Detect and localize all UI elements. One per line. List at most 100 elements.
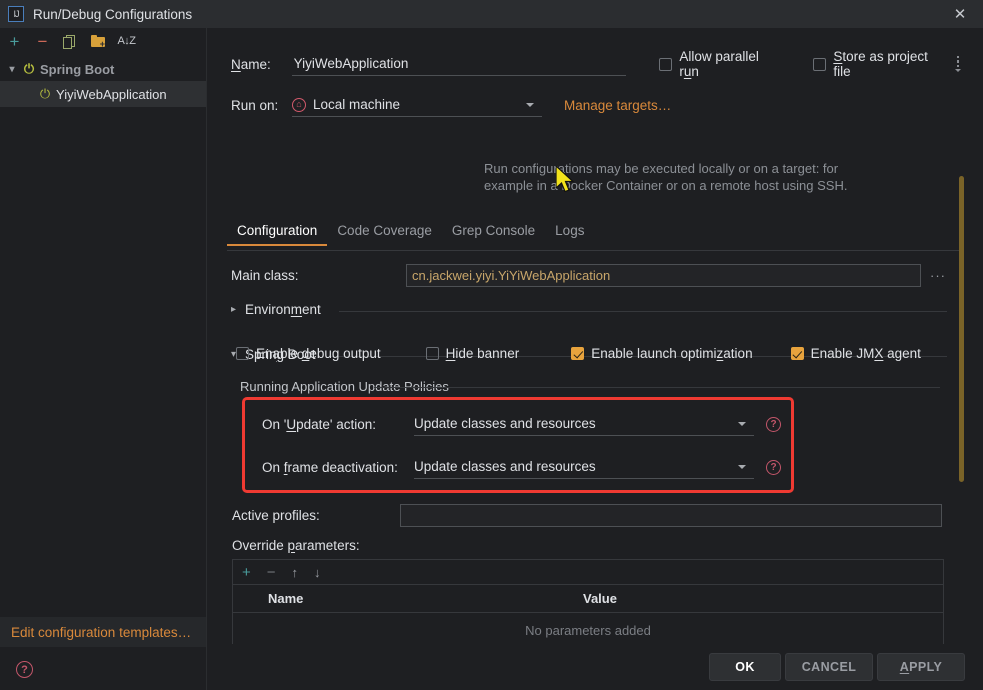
column-header-value: Value [583, 591, 617, 606]
on-frame-deactivation-row: On frame deactivation: Update classes an… [262, 455, 781, 479]
chevron-down-icon [738, 465, 746, 469]
on-update-action-value: Update classes and resources [414, 416, 596, 431]
close-icon[interactable]: ✕ [937, 0, 983, 28]
intellij-logo-icon: IJ [8, 6, 24, 22]
on-update-action-row: On 'Update' action: Update classes and r… [262, 412, 781, 436]
tab-configuration[interactable]: Configuration [227, 220, 328, 246]
chevron-down-icon: ▾ [9, 63, 15, 75]
main-class-label: Main class: [231, 268, 299, 283]
add-parameter-icon[interactable]: + [242, 565, 251, 580]
run-config-icon: ⏻ [39, 86, 51, 101]
sort-alphabetically-icon[interactable]: A↓Z [117, 33, 136, 50]
store-options-kebab-icon[interactable] [955, 55, 961, 73]
allow-parallel-run-label: Allow parallel run [679, 49, 759, 79]
name-input[interactable] [291, 52, 627, 76]
tab-code-coverage[interactable]: Code Coverage [327, 220, 442, 246]
chevron-down-icon [738, 422, 746, 426]
help-icon[interactable]: ? [16, 661, 33, 678]
remove-parameter-icon[interactable]: − [267, 565, 276, 580]
store-as-project-file-label: Store as project file [833, 49, 928, 79]
enable-jmx-agent-checkbox[interactable]: Enable JMX agent [790, 346, 921, 361]
cancel-button[interactable]: CANCEL [785, 653, 873, 681]
tree-item-label: YiyiWebApplication [56, 86, 167, 102]
tree-group-label: Spring Boot [40, 61, 115, 77]
new-folder-icon[interactable]: + [90, 34, 107, 49]
spring-boot-options: Enable debug output Hide banner Enable l… [236, 346, 921, 361]
column-header-name: Name [268, 591, 304, 606]
sidebar-toolbar: + − + A↓Z [0, 28, 206, 55]
on-frame-deactivation-dropdown[interactable]: Update classes and resources [414, 455, 754, 479]
run-on-hint: Run configurations may be executed local… [484, 160, 944, 194]
tree-group-spring-boot[interactable]: ▾ ⏻ Spring Boot [0, 57, 206, 81]
tabs-divider [227, 250, 963, 251]
chevron-down-icon [526, 103, 534, 107]
edit-configuration-templates-link[interactable]: Edit configuration templates… [0, 617, 206, 647]
on-update-action-label: On 'Update' action: [262, 416, 376, 432]
checkbox-box [813, 57, 827, 71]
on-frame-deactivation-help-icon[interactable]: ? [766, 459, 781, 475]
enable-debug-output-checkbox[interactable]: Enable debug output [236, 346, 381, 361]
hide-banner-label: Hide banner [445, 346, 520, 361]
chevron-right-icon: ▸ [231, 304, 237, 315]
parameters-empty-message: No parameters added [525, 623, 651, 638]
active-profiles-row: Active profiles: [232, 504, 952, 527]
tab-grep-console[interactable]: Grep Console [442, 220, 545, 246]
enable-launch-optimization-checkbox[interactable]: Enable launch optimization [571, 346, 753, 361]
override-parameters-label: Override parameters: [232, 538, 360, 553]
enable-jmx-agent-label: Enable JMX agent [810, 346, 921, 361]
ok-button[interactable]: OK [709, 653, 781, 681]
configurations-tree: ▾ ⏻ Spring Boot ⏻ YiyiWebApplication [0, 55, 206, 107]
run-debug-configurations-dialog: IJ Run/Debug Configurations ✕ + − + A↓Z … [0, 0, 983, 690]
run-on-hint-line1: Run configurations may be executed local… [484, 161, 839, 176]
checkbox-box [425, 347, 439, 360]
environment-section-divider [339, 311, 947, 312]
checkbox-box [236, 347, 249, 360]
main-class-browse-button[interactable]: ··· [930, 269, 946, 282]
configuration-tabs: Configuration Code Coverage Grep Console… [227, 220, 967, 251]
name-label: Name: [231, 56, 271, 72]
checkbox-box [571, 347, 585, 360]
run-on-row: Run on: ⌂ Local machine Manage targets… [231, 93, 961, 117]
environment-section-label: Environment [245, 302, 321, 317]
configurations-sidebar: + − + A↓Z ▾ ⏻ Spring Boot ⏻ YiyiWebAppli… [0, 28, 207, 690]
store-as-project-file-checkbox[interactable]: Store as project file [813, 49, 948, 79]
checkbox-box [659, 57, 673, 71]
active-profiles-input[interactable] [400, 504, 942, 527]
help-glyph: ? [21, 663, 28, 676]
parameters-toolbar: + − ↑ ↓ [233, 560, 943, 585]
enable-launch-optimization-label: Enable launch optimization [591, 346, 753, 361]
title-bar: IJ Run/Debug Configurations ✕ [0, 0, 983, 28]
main-class-row: Main class: ··· [231, 264, 961, 287]
content-scrollbar[interactable] [959, 176, 964, 482]
parameters-table-header: Name Value [233, 585, 943, 613]
environment-section-header[interactable]: ▸ Environment [231, 302, 321, 317]
run-on-dropdown[interactable]: ⌂ Local machine [292, 93, 542, 117]
spring-boot-icon: ⏻ [23, 61, 35, 76]
allow-parallel-run-checkbox[interactable]: Allow parallel run [659, 49, 781, 79]
main-class-input[interactable] [406, 264, 921, 287]
override-parameters-table: + − ↑ ↓ Name Value No parameters added [232, 559, 944, 647]
on-update-action-help-icon[interactable]: ? [766, 416, 781, 432]
move-down-icon[interactable]: ↓ [314, 566, 321, 579]
on-frame-deactivation-label: On frame deactivation: [262, 459, 398, 475]
dialog-footer: OK CANCEL A PPLY [207, 644, 983, 690]
tab-logs[interactable]: Logs [545, 220, 594, 246]
manage-targets-link[interactable]: Manage targets… [564, 98, 671, 113]
add-configuration-icon[interactable]: + [6, 33, 23, 50]
active-profiles-label: Active profiles: [232, 508, 320, 523]
update-policies-section-divider [374, 387, 940, 388]
remove-configuration-icon[interactable]: − [34, 33, 51, 50]
enable-debug-output-label: Enable debug output [256, 346, 381, 361]
hide-banner-checkbox[interactable]: Hide banner [425, 346, 520, 361]
checkbox-box [790, 347, 804, 360]
edit-configuration-templates-label: Edit configuration templates… [11, 624, 192, 640]
copy-configuration-icon[interactable] [62, 33, 79, 50]
window-title: Run/Debug Configurations [33, 6, 193, 22]
move-up-icon[interactable]: ↑ [292, 566, 299, 579]
sidebar-item-yiyiwebapplication[interactable]: ⏻ YiyiWebApplication [0, 81, 206, 107]
local-machine-icon: ⌂ [292, 97, 306, 112]
apply-button[interactable]: A PPLY [877, 653, 965, 681]
on-update-action-dropdown[interactable]: Update classes and resources [414, 412, 754, 436]
run-on-label: Run on: [231, 97, 279, 113]
run-on-hint-line2: example in a Docker Container or on a re… [484, 178, 848, 193]
